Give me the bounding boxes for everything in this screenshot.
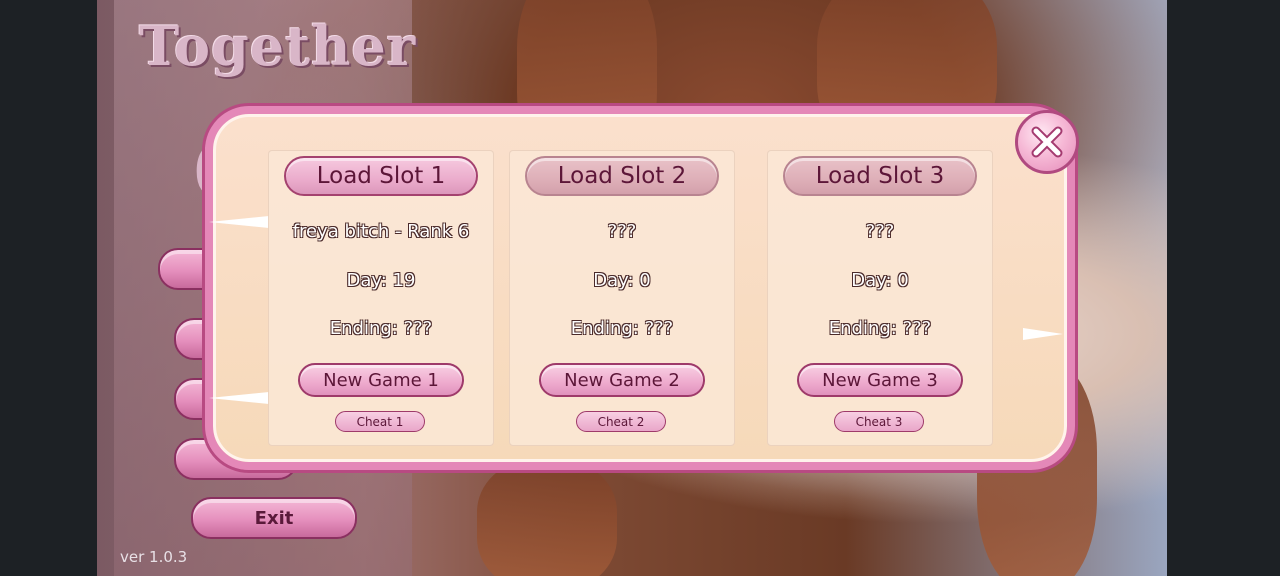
close-icon xyxy=(1031,126,1063,158)
save-slot-1: Load Slot 1 freya bitch - Rank 6 Day: 19… xyxy=(268,150,494,446)
slot-3-ending: Ending: ??? xyxy=(828,318,932,339)
version-label: ver 1.0.3 xyxy=(120,548,188,566)
slot-1-ending: Ending: ??? xyxy=(329,318,433,339)
slot-2-ending: Ending: ??? xyxy=(570,318,674,339)
slot-3-day: Day: 0 xyxy=(851,270,909,291)
load-slot-2-button[interactable]: Load Slot 2 xyxy=(525,156,719,196)
slot-2-day: Day: 0 xyxy=(593,270,651,291)
slot-3-save-name: ??? xyxy=(865,221,895,242)
cheat-2-button[interactable]: Cheat 2 xyxy=(576,411,666,432)
exit-button[interactable]: Exit xyxy=(191,497,357,539)
save-slot-2: Load Slot 2 ??? Day: 0 Ending: ??? New G… xyxy=(509,150,735,446)
load-slot-1-button[interactable]: Load Slot 1 xyxy=(284,156,478,196)
game-logo: Together xyxy=(139,14,417,78)
save-slots-dialog: Load Slot 1 freya bitch - Rank 6 Day: 19… xyxy=(205,106,1075,470)
slot-1-save-name: freya bitch - Rank 6 xyxy=(292,221,470,242)
background-art xyxy=(477,460,617,576)
game-screen: Together 6 Exit ver 1.0.3 Load Slot 1 fr… xyxy=(97,0,1167,576)
dialog-tear-mark xyxy=(209,392,269,404)
new-game-2-button[interactable]: New Game 2 xyxy=(539,363,705,397)
dialog-tear-mark xyxy=(1023,328,1063,340)
close-dialog-button[interactable] xyxy=(1015,110,1079,174)
cheat-1-button[interactable]: Cheat 1 xyxy=(335,411,425,432)
cheat-3-button[interactable]: Cheat 3 xyxy=(834,411,924,432)
dialog-tear-mark xyxy=(209,216,269,228)
new-game-3-button[interactable]: New Game 3 xyxy=(797,363,963,397)
load-slot-3-button[interactable]: Load Slot 3 xyxy=(783,156,977,196)
save-slot-3: Load Slot 3 ??? Day: 0 Ending: ??? New G… xyxy=(767,150,993,446)
slot-2-save-name: ??? xyxy=(607,221,637,242)
slot-1-day: Day: 19 xyxy=(346,270,416,291)
new-game-1-button[interactable]: New Game 1 xyxy=(298,363,464,397)
